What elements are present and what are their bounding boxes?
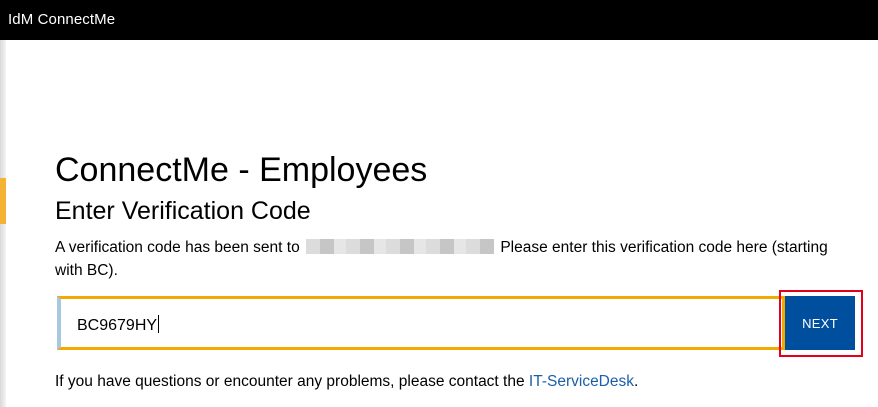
code-input-value: BC9679HY: [77, 315, 160, 335]
help-text-prefix: If you have questions or encounter any p…: [55, 373, 525, 390]
next-button[interactable]: NEXT: [785, 296, 855, 350]
verification-description: A verification code has been sent to Ple…: [55, 236, 855, 282]
redacted-contact: [306, 239, 495, 254]
app-title: IdM ConnectMe: [8, 11, 116, 28]
text-caret: [158, 315, 160, 333]
page-subtitle: Enter Verification Code: [55, 197, 311, 225]
help-text: If you have questions or encounter any p…: [55, 372, 638, 392]
it-servicedesk-link[interactable]: IT-ServiceDesk: [529, 373, 634, 390]
help-text-suffix: .: [634, 373, 639, 390]
verification-code-input[interactable]: BC9679HY: [57, 296, 785, 350]
top-bar: IdM ConnectMe: [0, 0, 878, 40]
code-input-text: BC9679HY: [77, 317, 158, 334]
page-title: ConnectMe - Employees: [55, 151, 428, 189]
description-before: A verification code has been sent to: [55, 239, 300, 256]
left-accent-marker: [0, 178, 6, 224]
